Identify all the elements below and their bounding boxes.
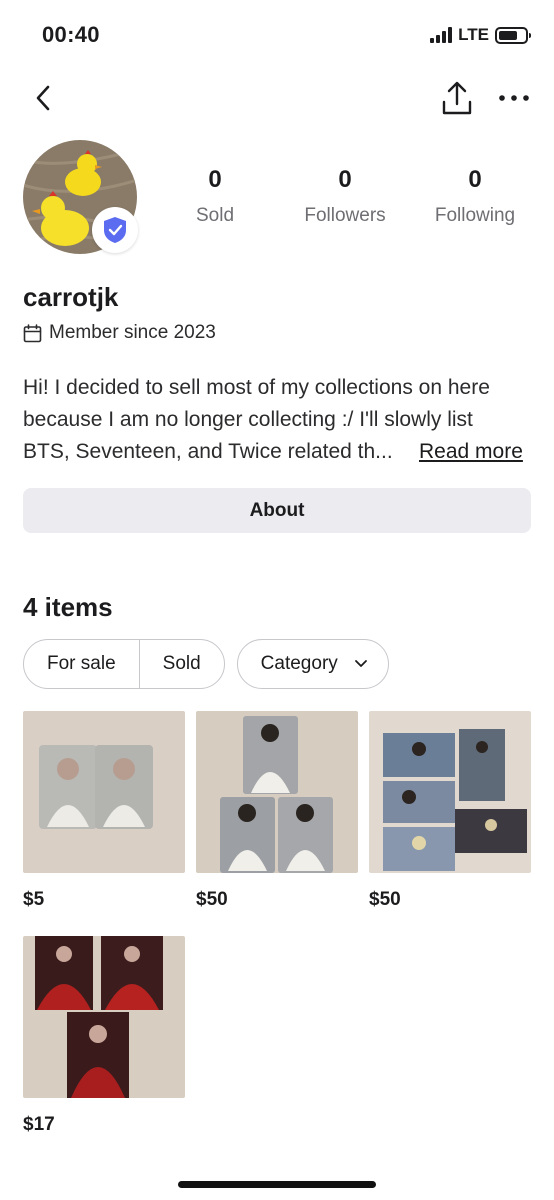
- stat-sold-label: Sold: [195, 205, 235, 226]
- bio-line: because I am no longer collecting :/ I'l…: [23, 408, 473, 431]
- sale-status-toggle: For sale Sold: [23, 639, 225, 689]
- home-indicator[interactable]: [178, 1181, 376, 1188]
- share-icon: [442, 81, 472, 115]
- calendar-icon: [23, 323, 42, 342]
- more-horizontal-icon: [499, 95, 529, 101]
- status-time: 00:40: [42, 22, 100, 47]
- stat-following[interactable]: 0 Following: [410, 166, 540, 227]
- listing-image: [369, 711, 531, 873]
- signal-icon: [430, 27, 453, 43]
- bio: Hi! I decided to sell most of my collect…: [23, 372, 533, 468]
- listing-price: $17: [23, 1114, 55, 1135]
- listing-price: $5: [23, 889, 45, 910]
- bio-line: Hi! I decided to sell most of my collect…: [23, 376, 490, 399]
- listing-price: $50: [369, 889, 401, 910]
- listing-price: $50: [196, 889, 228, 910]
- verified-badge: [92, 207, 138, 253]
- category-dropdown[interactable]: Category: [236, 639, 389, 689]
- username: carrotjk: [23, 282, 119, 312]
- category-dropdown-label: Category: [260, 653, 338, 674]
- stat-followers-label: Followers: [304, 205, 386, 226]
- member-since-text: Member since 2023: [49, 322, 216, 343]
- status-indicators: LTE: [430, 25, 531, 45]
- member-since: Member since 2023: [23, 322, 216, 344]
- chevron-down-icon: [354, 660, 367, 667]
- about-button[interactable]: About: [23, 488, 531, 533]
- items-count-title: 4 items: [23, 592, 113, 622]
- top-nav: [0, 76, 554, 120]
- listing-card[interactable]: $5: [23, 711, 185, 911]
- listing-card[interactable]: $50: [369, 711, 531, 911]
- stat-sold-value: 0: [208, 166, 222, 193]
- network-label: LTE: [458, 25, 489, 44]
- read-more-link[interactable]: Read more: [419, 436, 523, 468]
- filter-for-sale[interactable]: For sale: [24, 640, 139, 688]
- stat-followers-value: 0: [338, 166, 352, 193]
- listing-filters: For sale Sold Category: [23, 639, 389, 689]
- stat-following-label: Following: [434, 205, 516, 226]
- filter-sold[interactable]: Sold: [138, 640, 224, 688]
- stat-following-value: 0: [468, 166, 482, 193]
- listing-card[interactable]: $17: [23, 936, 185, 1136]
- chevron-left-icon: [36, 85, 50, 111]
- stat-sold: 0 Sold: [150, 166, 280, 227]
- back-button[interactable]: [28, 82, 60, 114]
- listing-image: [23, 711, 185, 873]
- listing-image: [196, 711, 358, 873]
- stat-followers[interactable]: 0 Followers: [280, 166, 410, 227]
- status-bar: 00:40 LTE: [0, 0, 554, 70]
- share-button[interactable]: [440, 80, 474, 116]
- verified-shield-icon: [104, 217, 126, 243]
- more-options-button[interactable]: [496, 86, 532, 110]
- listing-card[interactable]: $50: [196, 711, 358, 911]
- profile-stats: 0 Sold 0 Followers 0 Following: [150, 166, 540, 227]
- listing-image: [23, 936, 185, 1098]
- battery-icon: [495, 26, 531, 44]
